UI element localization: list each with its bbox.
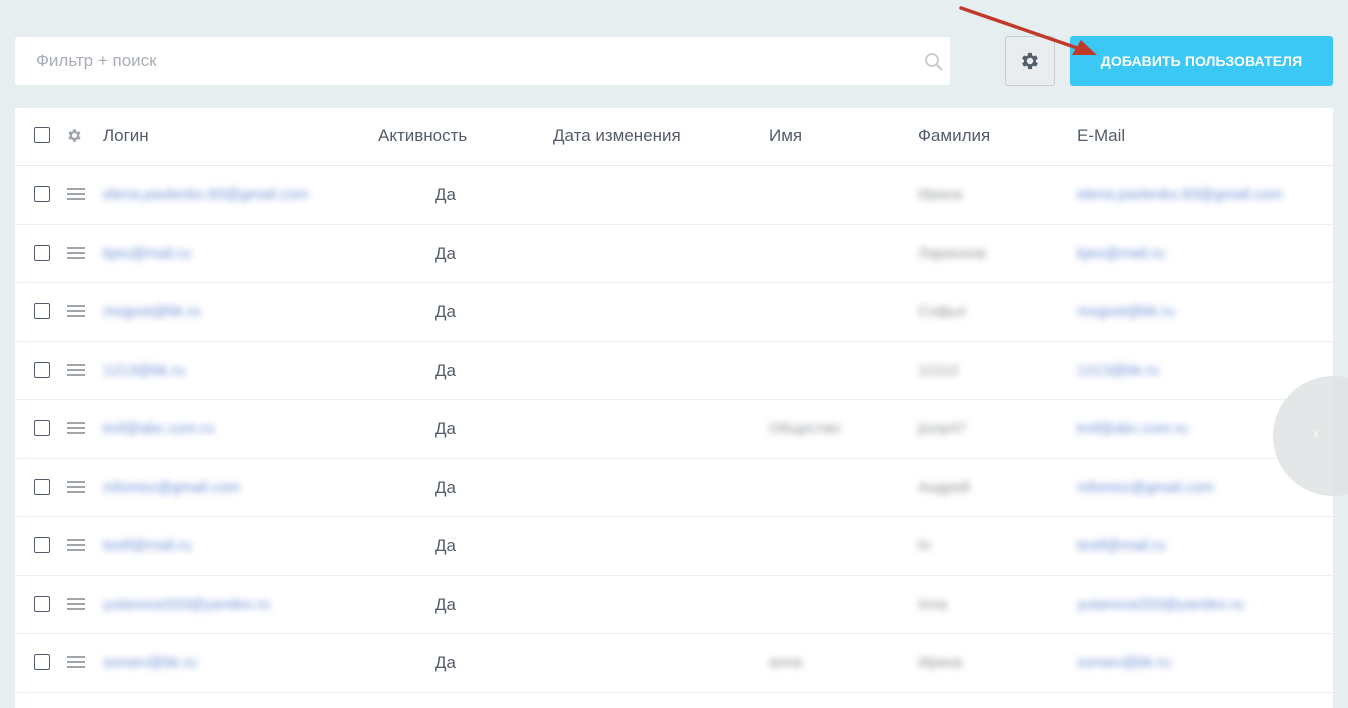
- row-menu-icon[interactable]: [67, 597, 85, 611]
- cell-login[interactable]: testf@mail.ru: [103, 537, 192, 554]
- cell-email[interactable]: mfomez@gmail.com: [1077, 479, 1214, 496]
- cell-surname: Ларионов: [918, 244, 986, 262]
- cell-name: anna: [769, 654, 803, 671]
- cell-surname: Софья: [918, 303, 966, 320]
- column-header-date-modified[interactable]: Дата изменения: [553, 126, 681, 146]
- row-checkbox[interactable]: [34, 595, 50, 612]
- grid-header: Логин Активность Дата изменения Имя Фами…: [15, 108, 1333, 166]
- row-checkbox[interactable]: [34, 478, 50, 495]
- row-checkbox[interactable]: [34, 244, 50, 261]
- cell-email[interactable]: yutanova333@yandex.ru: [1077, 596, 1244, 613]
- cell-surname: 12112: [918, 361, 959, 379]
- cell-surname: Андрей: [918, 478, 971, 496]
- table-row[interactable]: testf@mail.ru Да hr testf@mail.ru: [15, 517, 1333, 576]
- column-header-surname[interactable]: Фамилия: [918, 126, 990, 146]
- cell-activity: Да: [435, 536, 456, 555]
- row-checkbox[interactable]: [34, 420, 50, 436]
- cell-login[interactable]: yutanova333@yandex.ru: [103, 596, 270, 613]
- cell-activity: Да: [435, 360, 456, 380]
- table-row[interactable]: trof@abc.com.ru Да Общество jiunp47 trof@abc…: [15, 400, 1333, 459]
- table-row[interactable]: 1213@bk.ru Да 12112 1213@bk.ru: [15, 342, 1333, 400]
- row-menu-icon[interactable]: [67, 305, 85, 318]
- search-icon[interactable]: [924, 52, 944, 72]
- cell-email[interactable]: trof@abc.com.ru: [1077, 420, 1188, 437]
- column-settings-gear-icon[interactable]: [66, 127, 83, 144]
- row-checkbox[interactable]: [34, 303, 50, 319]
- column-header-login[interactable]: Логин: [103, 126, 149, 146]
- cell-surname: hr: [918, 537, 932, 554]
- row-checkbox[interactable]: [34, 186, 50, 202]
- users-grid: Логин Активность Дата изменения Имя Фами…: [15, 108, 1333, 708]
- cell-activity: Да: [435, 653, 456, 672]
- cell-email[interactable]: kjeo@mail.ru: [1077, 245, 1165, 262]
- cell-surname: Inna: [918, 595, 948, 613]
- row-checkbox[interactable]: [34, 361, 50, 378]
- search-box: [15, 37, 950, 85]
- row-menu-icon[interactable]: [67, 480, 85, 494]
- row-menu-icon[interactable]: [67, 246, 85, 260]
- table-row[interactable]: kjeo@mail.ru Да Ларионов kjeo@mail.ru: [15, 225, 1333, 283]
- search-input[interactable]: [15, 37, 895, 85]
- chevron-right-icon: ›: [1313, 425, 1319, 442]
- cell-email[interactable]: 1213@bk.ru: [1077, 362, 1159, 379]
- cell-name: Общество: [769, 420, 841, 437]
- cell-surname: Ирина: [918, 186, 963, 203]
- annotation-arrow: [959, 6, 1097, 55]
- table-row[interactable]: elena.pavlenko.83@gmail.com Да Ирина elena.…: [15, 166, 1333, 225]
- cell-login[interactable]: 1213@bk.ru: [103, 362, 185, 379]
- table-row[interactable]: yutanova333@yandex.ru Да Inna yutanova333@y…: [15, 576, 1333, 634]
- add-user-button[interactable]: ДОБАВИТЬ ПОЛЬЗОВАТЕЛЯ: [1070, 36, 1333, 86]
- cell-activity: Да: [435, 594, 456, 614]
- row-menu-icon[interactable]: [67, 422, 85, 435]
- cell-login[interactable]: mogost@bk.ru: [103, 303, 201, 320]
- column-header-email[interactable]: E-Mail: [1077, 126, 1125, 146]
- cell-activity: Да: [435, 419, 456, 438]
- cell-login[interactable]: trof@abc.com.ru: [103, 420, 214, 437]
- column-header-activity[interactable]: Активность: [378, 126, 467, 146]
- cell-activity: Да: [435, 302, 456, 321]
- select-all-checkbox[interactable]: [34, 127, 50, 143]
- row-checkbox[interactable]: [34, 537, 50, 553]
- cell-activity: Да: [435, 477, 456, 497]
- cell-email[interactable]: elena.pavlenko.83@gmail.com: [1077, 186, 1282, 203]
- cell-login[interactable]: kjeo@mail.ru: [103, 245, 191, 262]
- row-checkbox[interactable]: [34, 654, 50, 670]
- row-menu-icon[interactable]: [67, 539, 85, 552]
- table-row[interactable]: mogost@bk.ru Да Софья mogost@bk.ru: [15, 283, 1333, 342]
- cell-activity: Да: [435, 243, 456, 263]
- cell-surname: Ирина: [918, 654, 963, 671]
- cell-login[interactable]: mfomez@gmail.com: [103, 479, 240, 496]
- column-header-name[interactable]: Имя: [769, 126, 802, 146]
- table-row[interactable]: soroev@bk.ru Да anna Ирина soroev@bk.ru: [15, 634, 1333, 693]
- cell-email[interactable]: testf@mail.ru: [1077, 537, 1166, 554]
- row-menu-icon[interactable]: [67, 188, 85, 201]
- row-menu-icon[interactable]: [67, 363, 85, 377]
- cell-surname: jiunp47: [918, 420, 967, 437]
- row-menu-icon[interactable]: [67, 656, 85, 669]
- cell-email[interactable]: soroev@bk.ru: [1077, 654, 1171, 671]
- cell-email[interactable]: mogost@bk.ru: [1077, 303, 1175, 320]
- cell-login[interactable]: soroev@bk.ru: [103, 654, 197, 671]
- table-row[interactable]: mfomez@gmail.com Да Андрей mfomez@gmail.com: [15, 459, 1333, 517]
- cell-activity: Да: [435, 185, 456, 204]
- cell-login[interactable]: elena.pavlenko.83@gmail.com: [103, 186, 308, 203]
